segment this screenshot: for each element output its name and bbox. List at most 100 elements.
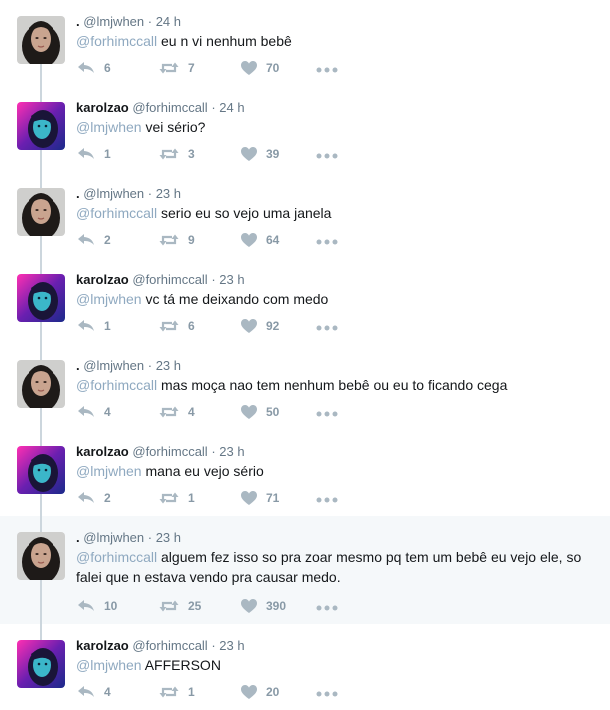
retweet-button[interactable]: 3 <box>158 146 195 162</box>
timestamp[interactable]: 23 h <box>156 186 181 201</box>
display-name[interactable]: . <box>76 530 80 545</box>
more-button[interactable] <box>316 67 338 73</box>
heart-icon <box>240 232 258 248</box>
reply-icon <box>76 684 96 700</box>
more-icon <box>316 153 338 159</box>
retweet-count: 7 <box>188 61 195 75</box>
more-button[interactable] <box>316 239 338 245</box>
like-button[interactable]: 50 <box>240 404 279 420</box>
mention-link[interactable]: @forhimccall <box>76 33 157 49</box>
tweet-header: . @lmjwhen · 23 h <box>76 530 181 546</box>
username[interactable]: @lmjwhen <box>83 530 144 545</box>
like-count: 71 <box>266 491 280 505</box>
reply-button[interactable]: 1 <box>76 318 111 334</box>
display-name[interactable]: karolzao <box>76 100 129 115</box>
like-button[interactable]: 70 <box>240 60 279 76</box>
display-name[interactable]: . <box>76 14 80 29</box>
username[interactable]: @forhimccall <box>132 272 207 287</box>
tweet[interactable]: karolzao @forhimccall · 23 h @lmjwhen vc … <box>0 258 610 344</box>
tweet[interactable]: . @lmjwhen · 23 h @forhimccall alguem fez… <box>0 516 610 624</box>
tweet-actions: 4 1 20 <box>76 684 376 704</box>
like-button[interactable]: 39 <box>240 146 279 162</box>
timestamp[interactable]: 23 h <box>219 638 244 653</box>
timestamp[interactable]: 23 h <box>219 444 244 459</box>
avatar[interactable] <box>17 532 65 580</box>
mention-link[interactable]: @lmjwhen <box>76 119 142 135</box>
reply-button[interactable]: 1 <box>76 146 111 162</box>
display-name[interactable]: . <box>76 186 80 201</box>
mention-link[interactable]: @lmjwhen <box>76 291 142 307</box>
like-button[interactable]: 20 <box>240 684 279 700</box>
retweet-button[interactable]: 1 <box>158 684 195 700</box>
mention-link[interactable]: @lmjwhen <box>76 657 142 673</box>
reply-button[interactable]: 2 <box>76 490 111 506</box>
timestamp[interactable]: 24 h <box>156 14 181 29</box>
more-icon <box>316 497 338 503</box>
username[interactable]: @forhimccall <box>132 100 207 115</box>
reply-icon <box>76 146 96 162</box>
reply-count: 6 <box>104 61 111 75</box>
timestamp[interactable]: 24 h <box>219 100 244 115</box>
like-button[interactable]: 390 <box>240 598 286 614</box>
timestamp[interactable]: 23 h <box>219 272 244 287</box>
retweet-button[interactable]: 7 <box>158 60 195 76</box>
thread-connector <box>40 430 42 446</box>
reply-button[interactable]: 4 <box>76 404 111 420</box>
username[interactable]: @lmjwhen <box>83 358 144 373</box>
more-button[interactable] <box>316 691 338 697</box>
like-button[interactable]: 92 <box>240 318 279 334</box>
thread-connector <box>40 236 42 258</box>
avatar[interactable] <box>17 640 65 688</box>
tweet[interactable]: . @lmjwhen · 23 h @forhimccall mas moça n… <box>0 344 610 430</box>
reply-count: 1 <box>104 147 111 161</box>
avatar[interactable] <box>17 102 65 150</box>
heart-icon <box>240 684 258 700</box>
retweet-icon <box>158 318 180 334</box>
thread-connector <box>40 150 42 172</box>
display-name[interactable]: karolzao <box>76 638 129 653</box>
retweet-button[interactable]: 25 <box>158 598 201 614</box>
retweet-button[interactable]: 1 <box>158 490 195 506</box>
more-button[interactable] <box>316 411 338 417</box>
reply-button[interactable]: 2 <box>76 232 111 248</box>
mention-link[interactable]: @lmjwhen <box>76 463 142 479</box>
tweet[interactable]: karolzao @forhimccall · 24 h @lmjwhen vei… <box>0 86 610 172</box>
avatar[interactable] <box>17 360 65 408</box>
username[interactable]: @forhimccall <box>132 444 207 459</box>
separator: · <box>207 272 220 287</box>
reply-button[interactable]: 6 <box>76 60 111 76</box>
tweet[interactable]: karolzao @forhimccall · 23 h @lmjwhen AFF… <box>0 624 610 710</box>
username[interactable]: @forhimccall <box>132 638 207 653</box>
tweet[interactable]: . @lmjwhen · 23 h @forhimccall serio eu s… <box>0 172 610 258</box>
avatar[interactable] <box>17 446 65 494</box>
more-button[interactable] <box>316 153 338 159</box>
retweet-button[interactable]: 6 <box>158 318 195 334</box>
timestamp[interactable]: 23 h <box>156 530 181 545</box>
avatar[interactable] <box>17 16 65 64</box>
more-button[interactable] <box>316 325 338 331</box>
tweet[interactable]: karolzao @forhimccall · 23 h @lmjwhen man… <box>0 430 610 516</box>
mention-link[interactable]: @forhimccall <box>76 205 157 221</box>
avatar[interactable] <box>17 274 65 322</box>
like-button[interactable]: 71 <box>240 490 279 506</box>
display-name[interactable]: karolzao <box>76 444 129 459</box>
timestamp[interactable]: 23 h <box>156 358 181 373</box>
display-name[interactable]: karolzao <box>76 272 129 287</box>
avatar[interactable] <box>17 188 65 236</box>
username[interactable]: @lmjwhen <box>83 186 144 201</box>
display-name[interactable]: . <box>76 358 80 373</box>
heart-icon <box>240 404 258 420</box>
more-button[interactable] <box>316 497 338 503</box>
reply-button[interactable]: 10 <box>76 598 117 614</box>
retweet-button[interactable]: 4 <box>158 404 195 420</box>
retweet-button[interactable]: 9 <box>158 232 195 248</box>
tweet-body-text: vei sério? <box>145 119 206 135</box>
like-button[interactable]: 64 <box>240 232 279 248</box>
more-button[interactable] <box>316 605 338 611</box>
reply-button[interactable]: 4 <box>76 684 111 700</box>
mention-link[interactable]: @forhimccall <box>76 377 157 393</box>
tweet[interactable]: . @lmjwhen · 24 h @forhimccall eu n vi ne… <box>0 0 610 86</box>
tweet-text: @lmjwhen vei sério? <box>76 117 586 137</box>
username[interactable]: @lmjwhen <box>83 14 144 29</box>
mention-link[interactable]: @forhimccall <box>76 549 157 565</box>
